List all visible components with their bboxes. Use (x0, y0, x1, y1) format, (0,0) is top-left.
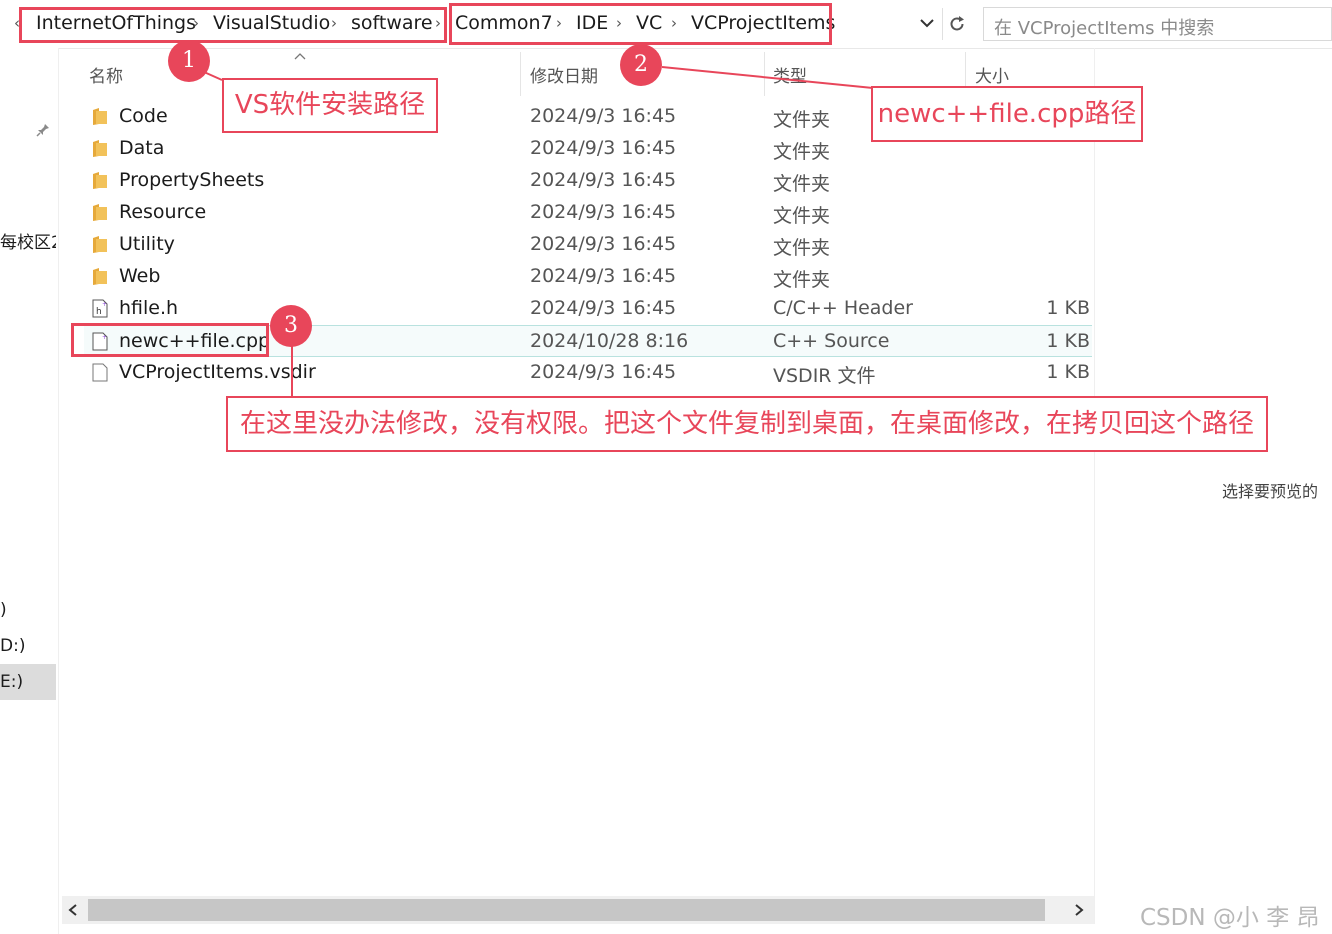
scroll-left-icon[interactable] (67, 903, 79, 917)
annotation-note-instructions: 在这里没办法修改，没有权限。把这个文件复制到桌面，在桌面修改，在拷贝回这个路径 (226, 396, 1268, 452)
scroll-right-icon[interactable] (1073, 903, 1085, 917)
annotation-note-cpp-path: newc++file.cpp路径 (871, 86, 1143, 142)
annotation-note-install-path: VS软件安装路径 (222, 78, 438, 133)
watermark: CSDN @小 李 昂 (1140, 905, 1320, 931)
annotation-badge-2: 2 (620, 44, 662, 86)
annotation-badge-3: 3 (270, 305, 312, 347)
annotation-badge-1: 1 (168, 40, 210, 82)
scrollbar-thumb[interactable] (88, 899, 1045, 921)
